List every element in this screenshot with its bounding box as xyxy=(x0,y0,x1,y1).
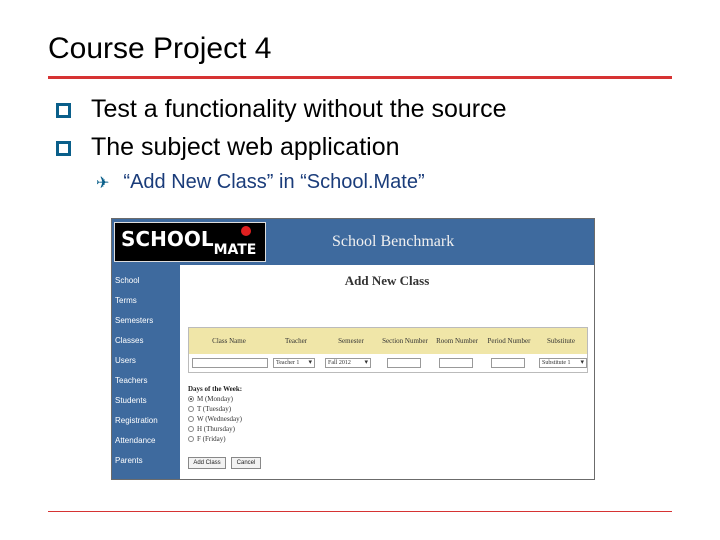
substitute-select[interactable]: Substitute 1 xyxy=(539,358,587,368)
logo-school-text: SCHOOL xyxy=(121,227,214,251)
bullet-text: The subject web application xyxy=(91,133,400,161)
bullet-text: Test a functionality without the source xyxy=(91,95,507,123)
day-option-thursday[interactable]: H (Thursday) xyxy=(188,425,235,433)
class-form-table: Class Name Teacher Semester Section Numb… xyxy=(188,327,588,373)
title-rule xyxy=(48,76,672,79)
column-header-teacher: Teacher xyxy=(284,337,308,345)
column-header-semester: Semester xyxy=(338,337,364,345)
bullet-item: Test a functionality without the source xyxy=(56,95,507,124)
sidebar-item-users[interactable]: Users xyxy=(115,356,136,365)
checkbox-bullet-icon xyxy=(56,141,71,156)
radio-button[interactable] xyxy=(188,416,194,422)
period-number-input[interactable] xyxy=(491,358,525,368)
sub-bullet-item: ✈ “Add New Class” in “School.Mate” xyxy=(96,171,425,194)
day-option-wednesday[interactable]: W (Wednesday) xyxy=(188,415,242,423)
semester-select[interactable]: Fall 2012 xyxy=(325,358,371,368)
day-label: W (Wednesday) xyxy=(197,415,242,423)
sidebar: School Terms Semesters Classes Users Tea… xyxy=(112,265,180,479)
add-class-button[interactable]: Add Class xyxy=(188,457,226,469)
column-header-class-name: Class Name xyxy=(212,337,246,345)
sidebar-item-attendance[interactable]: Attendance xyxy=(115,436,155,445)
sidebar-item-students[interactable]: Students xyxy=(115,396,147,405)
day-label: T (Tuesday) xyxy=(197,405,232,413)
table-header-row: Class Name Teacher Semester Section Numb… xyxy=(189,328,587,354)
day-option-friday[interactable]: F (Friday) xyxy=(188,435,226,443)
checkbox-bullet-icon xyxy=(56,103,71,118)
column-header-section-number: Section Number xyxy=(382,337,428,345)
day-label: M (Monday) xyxy=(197,395,233,403)
sidebar-item-parents[interactable]: Parents xyxy=(115,456,143,465)
column-header-room-number: Room Number xyxy=(436,337,478,345)
apple-icon xyxy=(241,226,251,236)
sidebar-item-school[interactable]: School xyxy=(115,276,139,285)
radio-button[interactable] xyxy=(188,426,194,432)
sidebar-item-registration[interactable]: Registration xyxy=(115,416,158,425)
slide-title: Course Project 4 xyxy=(48,32,272,65)
radio-button[interactable] xyxy=(188,436,194,442)
day-label: F (Friday) xyxy=(197,435,226,443)
sidebar-item-semesters[interactable]: Semesters xyxy=(115,316,153,325)
bottom-rule xyxy=(48,511,672,512)
bullet-item: The subject web application xyxy=(56,133,400,162)
app-screenshot: SCHOOLMATE School Benchmark School Terms… xyxy=(111,218,595,480)
radio-button[interactable] xyxy=(188,396,194,402)
column-header-substitute: Substitute xyxy=(546,337,575,345)
sidebar-item-teachers[interactable]: Teachers xyxy=(115,376,147,385)
sidebar-item-classes[interactable]: Classes xyxy=(115,336,143,345)
app-title: School Benchmark xyxy=(332,233,455,250)
days-of-week-label: Days of the Week: xyxy=(188,385,243,393)
radio-button[interactable] xyxy=(188,406,194,412)
airplane-bullet-icon: ✈ xyxy=(96,174,110,192)
section-number-input[interactable] xyxy=(387,358,421,368)
logo-mate-text: MATE xyxy=(213,242,257,258)
day-label: H (Thursday) xyxy=(197,425,235,433)
day-option-monday[interactable]: M (Monday) xyxy=(188,395,233,403)
app-header: SCHOOLMATE School Benchmark xyxy=(112,219,594,265)
cancel-button[interactable]: Cancel xyxy=(231,457,261,469)
column-header-period-number: Period Number xyxy=(487,337,531,345)
page-heading: Add New Class xyxy=(344,273,430,288)
teacher-select[interactable]: Teacher 1 xyxy=(273,358,315,368)
class-name-input[interactable] xyxy=(192,358,268,368)
main-content: Add New Class Class Name Teacher Semeste… xyxy=(180,265,594,479)
room-number-input[interactable] xyxy=(439,358,473,368)
sub-bullet-text: “Add New Class” in “School.Mate” xyxy=(123,171,425,193)
schoolmate-logo: SCHOOLMATE xyxy=(114,222,266,262)
day-option-tuesday[interactable]: T (Tuesday) xyxy=(188,405,231,413)
sidebar-item-terms[interactable]: Terms xyxy=(115,296,137,305)
